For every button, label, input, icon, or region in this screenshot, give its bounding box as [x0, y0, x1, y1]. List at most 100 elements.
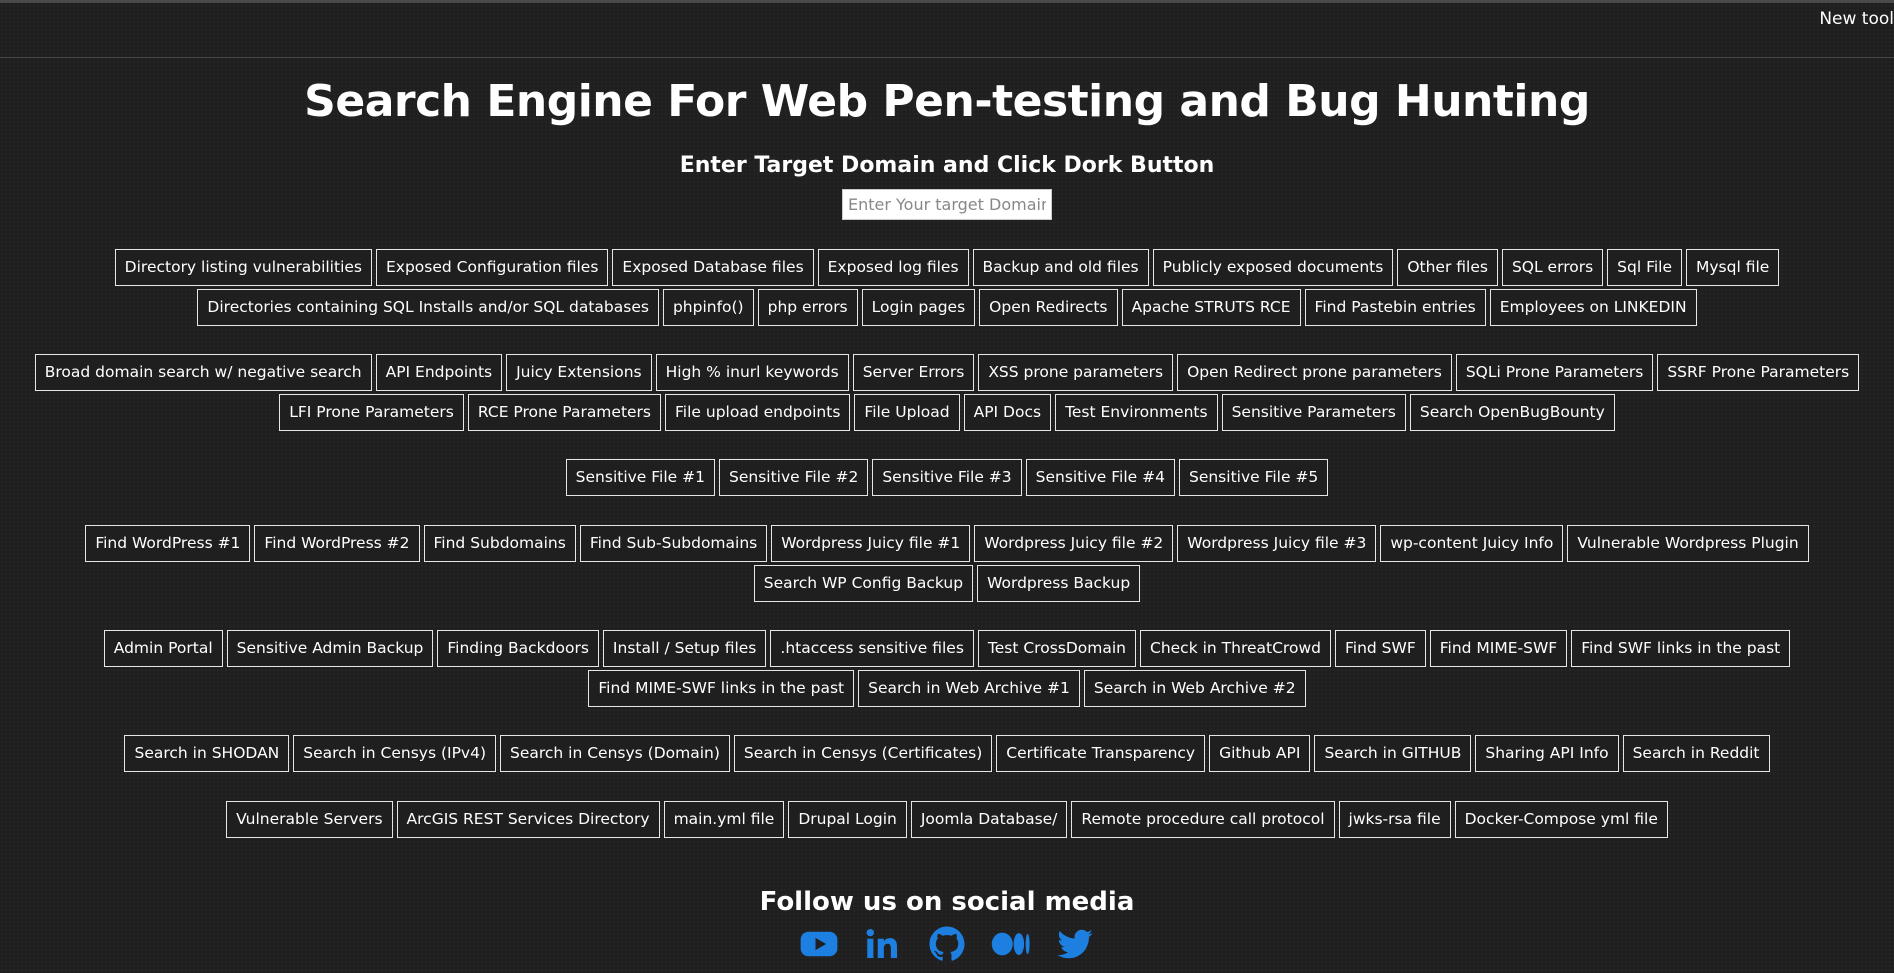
dork-button-sensitive-file-1[interactable]: Sensitive File #1: [565, 459, 715, 496]
dork-button-search-openbugbounty[interactable]: Search OpenBugBounty: [1409, 394, 1615, 431]
github-icon[interactable]: [925, 922, 969, 966]
dork-button-phpinfo[interactable]: phpinfo(): [662, 289, 754, 326]
dork-button-find-wordpress-1[interactable]: Find WordPress #1: [85, 525, 251, 562]
dork-button-find-wordpress-2[interactable]: Find WordPress #2: [254, 525, 420, 562]
dork-button-other-files[interactable]: Other files: [1397, 249, 1498, 286]
dork-button-wp-content-juicy-info[interactable]: wp-content Juicy Info: [1380, 525, 1564, 562]
dork-button-admin-portal[interactable]: Admin Portal: [103, 630, 223, 667]
dork-button-sharing-api-info[interactable]: Sharing API Info: [1475, 735, 1619, 772]
dork-button-open-redirect-prone-parameters[interactable]: Open Redirect prone parameters: [1177, 354, 1452, 391]
dork-button-search-in-web-archive-1[interactable]: Search in Web Archive #1: [858, 670, 1080, 707]
dork-group: Search in SHODAN Search in Censys (IPv4) S…: [30, 734, 1864, 774]
dork-button-sensitive-parameters[interactable]: Sensitive Parameters: [1221, 394, 1406, 431]
dork-button-arcgis-rest-services-directory[interactable]: ArcGIS REST Services Directory: [396, 801, 660, 838]
dork-button-php-errors[interactable]: php errors: [757, 289, 858, 326]
dork-button-test-environments[interactable]: Test Environments: [1055, 394, 1218, 431]
page-subtitle: Enter Target Domain and Click Dork Butto…: [679, 153, 1215, 178]
dork-button-directories-containing-sql-installs-and-or-sql-databases[interactable]: Directories containing SQL Installs and/…: [197, 289, 659, 326]
dork-button-search-wp-config-backup[interactable]: Search WP Config Backup: [753, 565, 974, 602]
social-links: [0, 922, 1894, 966]
medium-icon[interactable]: [989, 922, 1033, 966]
search-container: [0, 189, 1894, 220]
dork-button-employees-on-linkedin[interactable]: Employees on LINKEDIN: [1489, 289, 1697, 326]
dork-button-backup-and-old-files[interactable]: Backup and old files: [972, 249, 1149, 286]
dork-button-open-redirects[interactable]: Open Redirects: [979, 289, 1118, 326]
dork-button-find-mime-swf[interactable]: Find MIME-SWF: [1429, 630, 1568, 667]
dork-button-search-in-censys-ipv4[interactable]: Search in Censys (IPv4): [293, 735, 496, 772]
dork-button-wordpress-juicy-file-2[interactable]: Wordpress Juicy file #2: [974, 525, 1174, 562]
dork-button-search-in-github[interactable]: Search in GITHUB: [1314, 735, 1472, 772]
dork-button-exposed-configuration-files[interactable]: Exposed Configuration files: [376, 249, 609, 286]
dork-button-test-crossdomain[interactable]: Test CrossDomain: [977, 630, 1136, 667]
dork-button-wordpress-juicy-file-3[interactable]: Wordpress Juicy file #3: [1177, 525, 1377, 562]
dork-group: Broad domain search w/ negative search AP…: [30, 353, 1864, 433]
dork-button-wordpress-backup[interactable]: Wordpress Backup: [977, 565, 1141, 602]
dork-group: Find WordPress #1 Find WordPress #2 Find S…: [30, 524, 1864, 604]
dork-button-sensitive-file-3[interactable]: Sensitive File #3: [872, 459, 1022, 496]
dork-button-find-swf[interactable]: Find SWF: [1334, 630, 1426, 667]
dork-button-find-subdomains[interactable]: Find Subdomains: [423, 525, 576, 562]
dork-button-sql-file[interactable]: Sql File: [1607, 249, 1683, 286]
dork-button-juicy-extensions[interactable]: Juicy Extensions: [506, 354, 652, 391]
dork-button-server-errors[interactable]: Server Errors: [852, 354, 975, 391]
dork-group: Sensitive File #1 Sensitive File #2 Sensit…: [30, 458, 1864, 498]
dork-button-file-upload-endpoints[interactable]: File upload endpoints: [665, 394, 851, 431]
dork-button-search-in-censys-certificates[interactable]: Search in Censys (Certificates): [733, 735, 993, 772]
dork-button-certificate-transparency[interactable]: Certificate Transparency: [996, 735, 1206, 772]
dork-button-joomla-database[interactable]: Joomla Database/: [910, 801, 1068, 838]
dork-button-find-sub-subdomains[interactable]: Find Sub-Subdomains: [579, 525, 768, 562]
dork-group: Directory listing vulnerabilities Exposed…: [30, 248, 1864, 328]
youtube-icon[interactable]: [797, 922, 841, 966]
dork-button-finding-backdoors[interactable]: Finding Backdoors: [437, 630, 599, 667]
dork-button-high-inurl-keywords[interactable]: High % inurl keywords: [655, 354, 849, 391]
dork-button-search-in-web-archive-2[interactable]: Search in Web Archive #2: [1083, 670, 1306, 707]
follow-heading: Follow us on social media: [759, 887, 1135, 917]
dork-button-check-in-threatcrowd[interactable]: Check in ThreatCrowd: [1140, 630, 1331, 667]
dork-button-sensitive-file-5[interactable]: Sensitive File #5: [1178, 459, 1329, 496]
dork-button-login-pages[interactable]: Login pages: [861, 289, 976, 326]
dork-button-sqli-prone-parameters[interactable]: SQLi Prone Parameters: [1455, 354, 1654, 391]
dork-group: Admin Portal Sensitive Admin Backup Findin…: [30, 629, 1864, 709]
dork-button-rce-prone-parameters[interactable]: RCE Prone Parameters: [467, 394, 662, 431]
dork-button-wordpress-juicy-file-1[interactable]: Wordpress Juicy file #1: [771, 525, 971, 562]
dork-button-ssrf-prone-parameters[interactable]: SSRF Prone Parameters: [1657, 354, 1860, 391]
dork-button-find-mime-swf-links-in-the-past[interactable]: Find MIME-SWF links in the past: [588, 670, 855, 707]
dork-button-exposed-log-files[interactable]: Exposed log files: [817, 249, 969, 286]
dork-button-publicly-exposed-documents[interactable]: Publicly exposed documents: [1152, 249, 1394, 286]
dork-button-lfi-prone-parameters[interactable]: LFI Prone Parameters: [279, 394, 464, 431]
linkedin-icon[interactable]: [861, 922, 905, 966]
dork-button-search-in-censys-domain[interactable]: Search in Censys (Domain): [500, 735, 730, 772]
dork-button-file-upload[interactable]: File Upload: [854, 394, 960, 431]
dork-button-vulnerable-servers[interactable]: Vulnerable Servers: [226, 801, 393, 838]
dork-button-drupal-login[interactable]: Drupal Login: [788, 801, 907, 838]
dork-button-sensitive-file-2[interactable]: Sensitive File #2: [719, 459, 869, 496]
dork-button-api-docs[interactable]: API Docs: [963, 394, 1052, 431]
dork-button-search-in-shodan[interactable]: Search in SHODAN: [124, 735, 290, 772]
dork-button-apache-struts-rce[interactable]: Apache STRUTS RCE: [1121, 289, 1301, 326]
dork-button-htaccess-sensitive-files[interactable]: .htaccess sensitive files: [770, 630, 974, 667]
dork-button-directory-listing-vulnerabilities[interactable]: Directory listing vulnerabilities: [114, 249, 372, 286]
dork-button-jwks-rsa-file[interactable]: jwks-rsa file: [1338, 801, 1451, 838]
dork-group: Vulnerable Servers ArcGIS REST Services D…: [30, 800, 1864, 840]
dork-button-api-endpoints[interactable]: API Endpoints: [375, 354, 503, 391]
page-title: Search Engine For Web Pen-testing and Bu…: [304, 76, 1590, 127]
dork-button-broad-domain-search-w-negative-search[interactable]: Broad domain search w/ negative search: [34, 354, 372, 391]
dork-button-search-in-reddit[interactable]: Search in Reddit: [1622, 735, 1770, 772]
dork-button-remote-procedure-call-protocol[interactable]: Remote procedure call protocol: [1071, 801, 1335, 838]
dork-button-sensitive-admin-backup[interactable]: Sensitive Admin Backup: [226, 630, 434, 667]
dork-button-install-setup-files[interactable]: Install / Setup files: [602, 630, 767, 667]
dork-button-github-api[interactable]: Github API: [1209, 735, 1311, 772]
dork-button-xss-prone-parameters[interactable]: XSS prone parameters: [978, 354, 1174, 391]
dork-button-docker-compose-yml-file[interactable]: Docker-Compose yml file: [1454, 801, 1668, 838]
dork-button-main-yml-file[interactable]: main.yml file: [663, 801, 785, 838]
dork-button-find-swf-links-in-the-past[interactable]: Find SWF links in the past: [1571, 630, 1791, 667]
dork-button-sql-errors[interactable]: SQL errors: [1501, 249, 1604, 286]
dork-button-vulnerable-wordpress-plugin[interactable]: Vulnerable Wordpress Plugin: [1567, 525, 1809, 562]
dork-button-sensitive-file-4[interactable]: Sensitive File #4: [1025, 459, 1175, 496]
dork-button-find-pastebin-entries[interactable]: Find Pastebin entries: [1304, 289, 1486, 326]
new-tool-link[interactable]: New tool: [1819, 9, 1894, 29]
twitter-icon[interactable]: [1053, 922, 1097, 966]
dork-button-mysql-file[interactable]: Mysql file: [1686, 249, 1780, 286]
dork-button-exposed-database-files[interactable]: Exposed Database files: [612, 249, 814, 286]
target-domain-input[interactable]: [842, 189, 1052, 220]
